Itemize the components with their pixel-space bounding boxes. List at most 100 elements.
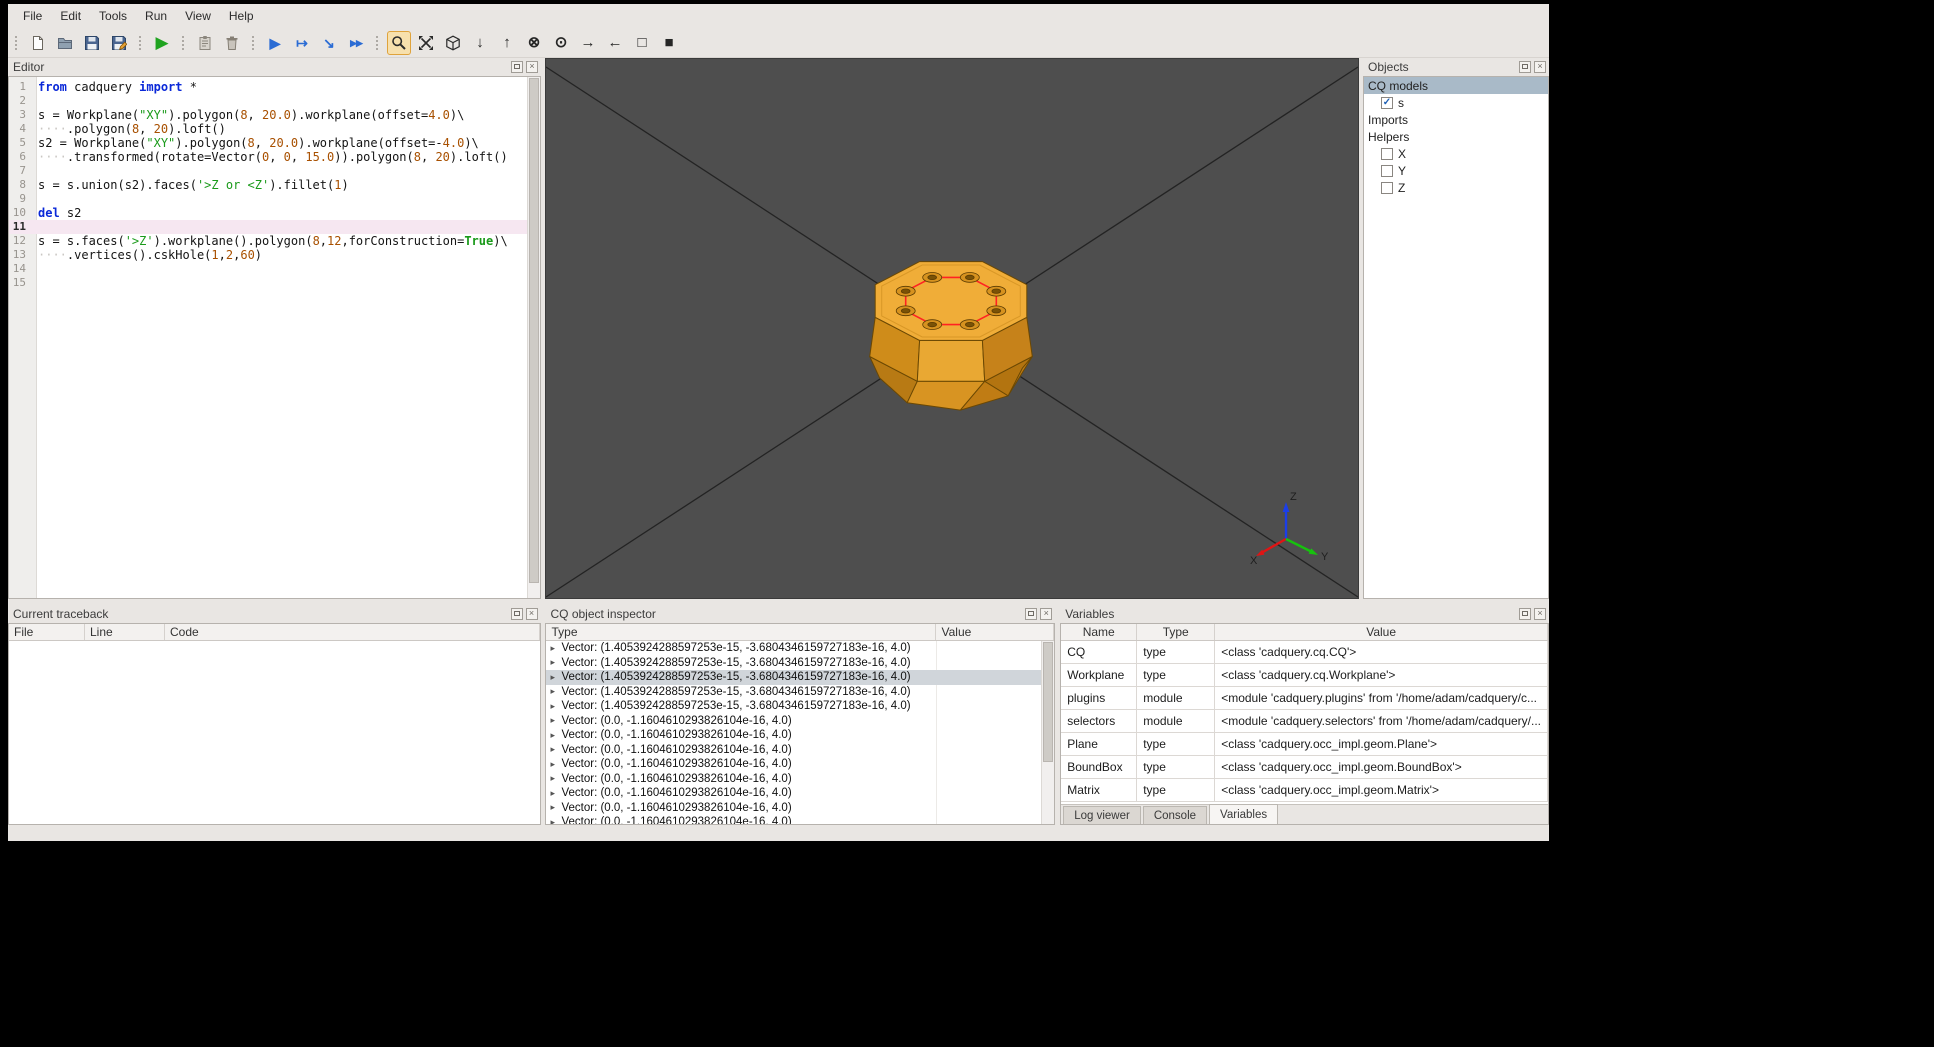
column-header-type[interactable]: Type: [1137, 624, 1216, 640]
inspector-row[interactable]: ▸ Vector: (1.4053924288597253e-15, -3.680…: [546, 699, 1041, 714]
code-line-12[interactable]: 12 s = s.faces('>Z').workplane().polygon(…: [9, 234, 527, 248]
inspector-row[interactable]: ▸ Vector: (0.0, -1.1604610293826104e-16, …: [546, 801, 1041, 816]
checkbox-y[interactable]: [1381, 164, 1393, 177]
variable-row[interactable]: plugins module <module 'cadquery.plugins' …: [1061, 687, 1549, 710]
code-line-5[interactable]: 5 s2 = Workplane("XY").polygon(8, 20.0).w…: [9, 136, 527, 150]
view-left-button[interactable]: ←: [603, 31, 627, 55]
viewport-canvas[interactable]: Z X Y: [546, 59, 1358, 598]
code-line-11[interactable]: 11: [9, 220, 527, 234]
code-line-2[interactable]: 2: [9, 94, 527, 108]
inspector-row[interactable]: ▸ Vector: (0.0, -1.1604610293826104e-16, …: [546, 728, 1041, 743]
menu-view[interactable]: View: [176, 6, 220, 26]
tab-console[interactable]: Console: [1142, 806, 1208, 824]
code-line-9[interactable]: 9: [9, 192, 527, 206]
cq-model[interactable]: [869, 261, 1033, 411]
expander-icon[interactable]: ▸: [550, 715, 561, 726]
checkbox-x[interactable]: [1381, 147, 1393, 160]
expander-icon[interactable]: ▸: [550, 802, 561, 813]
view-front-button[interactable]: ⊙: [549, 31, 573, 55]
view-square-button[interactable]: □: [630, 31, 654, 55]
expander-icon[interactable]: ▸: [550, 817, 561, 824]
debug-button[interactable]: ▶: [263, 31, 287, 55]
inspector-row[interactable]: ▸ Vector: (0.0, -1.1604610293826104e-16, …: [546, 786, 1041, 801]
inspector-scrollbar[interactable]: [1041, 641, 1055, 824]
continue-button[interactable]: ▶▶: [344, 31, 368, 55]
inspector-row[interactable]: ▸ Vector: (1.4053924288597253e-15, -3.680…: [546, 685, 1041, 700]
fit-button[interactable]: [414, 31, 438, 55]
variable-row[interactable]: Plane type <class 'cadquery.occ_impl.geom.…: [1061, 733, 1549, 756]
objects-item-y[interactable]: Y: [1364, 162, 1548, 179]
viewport-3d[interactable]: Z X Y: [545, 58, 1359, 599]
objects-item-z[interactable]: Z: [1364, 179, 1548, 196]
view-square-filled-button[interactable]: ■: [657, 31, 681, 55]
editor-scrollbar[interactable]: [527, 77, 540, 598]
inspector-row[interactable]: ▸ Vector: (0.0, -1.1604610293826104e-16, …: [546, 743, 1041, 758]
variable-row[interactable]: selectors module <module 'cadquery.selecto…: [1061, 710, 1549, 733]
column-header-name[interactable]: Name: [1061, 624, 1138, 640]
expander-icon[interactable]: ▸: [550, 643, 561, 654]
save-as-button[interactable]: [107, 31, 131, 55]
code-line-14[interactable]: 14: [9, 262, 527, 276]
column-header-line[interactable]: Line: [85, 624, 165, 640]
view-down-button[interactable]: ↓: [468, 31, 492, 55]
inspector-row[interactable]: ▸ Vector: (1.4053924288597253e-15, -3.680…: [546, 641, 1041, 656]
float-panel-icon[interactable]: [1025, 608, 1038, 620]
column-header-value[interactable]: Value: [936, 624, 1055, 640]
view-up-button[interactable]: ↑: [495, 31, 519, 55]
expander-icon[interactable]: ▸: [550, 759, 561, 770]
float-panel-icon[interactable]: [510, 608, 523, 620]
code-line-10[interactable]: 10 del s2: [9, 206, 527, 220]
step-button[interactable]: ↦: [290, 31, 314, 55]
code-line-3[interactable]: 3s = Workplane("XY").polygon(8, 20.0).wo…: [9, 108, 527, 122]
view-right-button[interactable]: →: [576, 31, 600, 55]
checkbox-z[interactable]: [1381, 181, 1393, 194]
objects-item-cq-models[interactable]: CQ models: [1364, 77, 1548, 94]
objects-item-helpers[interactable]: Helpers: [1364, 128, 1548, 145]
code-line-8[interactable]: 8s = s.union(s2).faces('>Z or <Z').fille…: [9, 178, 527, 192]
expander-icon[interactable]: ▸: [550, 744, 561, 755]
inspector-row[interactable]: ▸ Vector: (1.4053924288597253e-15, -3.680…: [546, 656, 1041, 671]
inspector-row[interactable]: ▸ Vector: (0.0, -1.1604610293826104e-16, …: [546, 772, 1041, 787]
menu-tools[interactable]: Tools: [90, 6, 136, 26]
code-line-13[interactable]: 13 ····.vertices().cskHole(1,2,60): [9, 248, 527, 262]
render-button[interactable]: ▶: [150, 31, 174, 55]
menu-file[interactable]: File: [14, 6, 51, 26]
column-header-type[interactable]: Type: [546, 624, 937, 640]
expander-icon[interactable]: ▸: [550, 773, 561, 784]
checkbox-s[interactable]: ✓: [1381, 96, 1393, 109]
column-header-file[interactable]: File: [9, 624, 85, 640]
step-into-button[interactable]: ↘: [317, 31, 341, 55]
view-back-button[interactable]: ⊗: [522, 31, 546, 55]
expander-icon[interactable]: ▸: [550, 657, 561, 668]
close-panel-icon[interactable]: ×: [1040, 608, 1053, 620]
objects-item-imports[interactable]: Imports: [1364, 111, 1548, 128]
variable-row[interactable]: BoundBox type <class 'cadquery.occ_impl.ge…: [1061, 756, 1549, 779]
float-panel-icon[interactable]: [1519, 61, 1531, 73]
code-line-4[interactable]: 4 ····.polygon(8, 20).loft(): [9, 122, 527, 136]
new-file-button[interactable]: [26, 31, 50, 55]
float-panel-icon[interactable]: [511, 61, 523, 73]
expander-icon[interactable]: ▸: [550, 730, 561, 741]
inspector-row[interactable]: ▸ Vector: (1.4053924288597253e-15, -3.680…: [546, 670, 1042, 685]
tab-log-viewer[interactable]: Log viewer: [1063, 806, 1141, 824]
expander-icon[interactable]: ▸: [550, 672, 561, 683]
open-button[interactable]: [53, 31, 77, 55]
code-line-1[interactable]: 1 from cadquery import *: [9, 80, 527, 94]
code-line-6[interactable]: 6 ····.transformed(rotate=Vector(0, 0, 15…: [9, 150, 527, 164]
menu-help[interactable]: Help: [220, 6, 263, 26]
expander-icon[interactable]: ▸: [550, 686, 561, 697]
code-line-7[interactable]: 7: [9, 164, 527, 178]
expander-icon[interactable]: ▸: [550, 701, 561, 712]
inspector-row[interactable]: ▸ Vector: (0.0, -1.1604610293826104e-16, …: [546, 714, 1041, 729]
column-header-code[interactable]: Code: [165, 624, 540, 640]
close-panel-icon[interactable]: ×: [1534, 61, 1546, 73]
code-line-15[interactable]: 15: [9, 276, 527, 290]
variable-row[interactable]: Matrix type <class 'cadquery.occ_impl.geom…: [1061, 779, 1549, 802]
save-button[interactable]: [80, 31, 104, 55]
close-panel-icon[interactable]: ×: [525, 608, 538, 620]
inspector-row[interactable]: ▸ Vector: (0.0, -1.1604610293826104e-16, …: [546, 815, 1041, 824]
tab-variables[interactable]: Variables: [1209, 804, 1279, 824]
close-panel-icon[interactable]: ×: [1534, 608, 1547, 620]
code-editor[interactable]: 1 from cadquery import * 2 3 s = Workplane("…: [9, 77, 527, 598]
expander-icon[interactable]: ▸: [550, 788, 561, 799]
